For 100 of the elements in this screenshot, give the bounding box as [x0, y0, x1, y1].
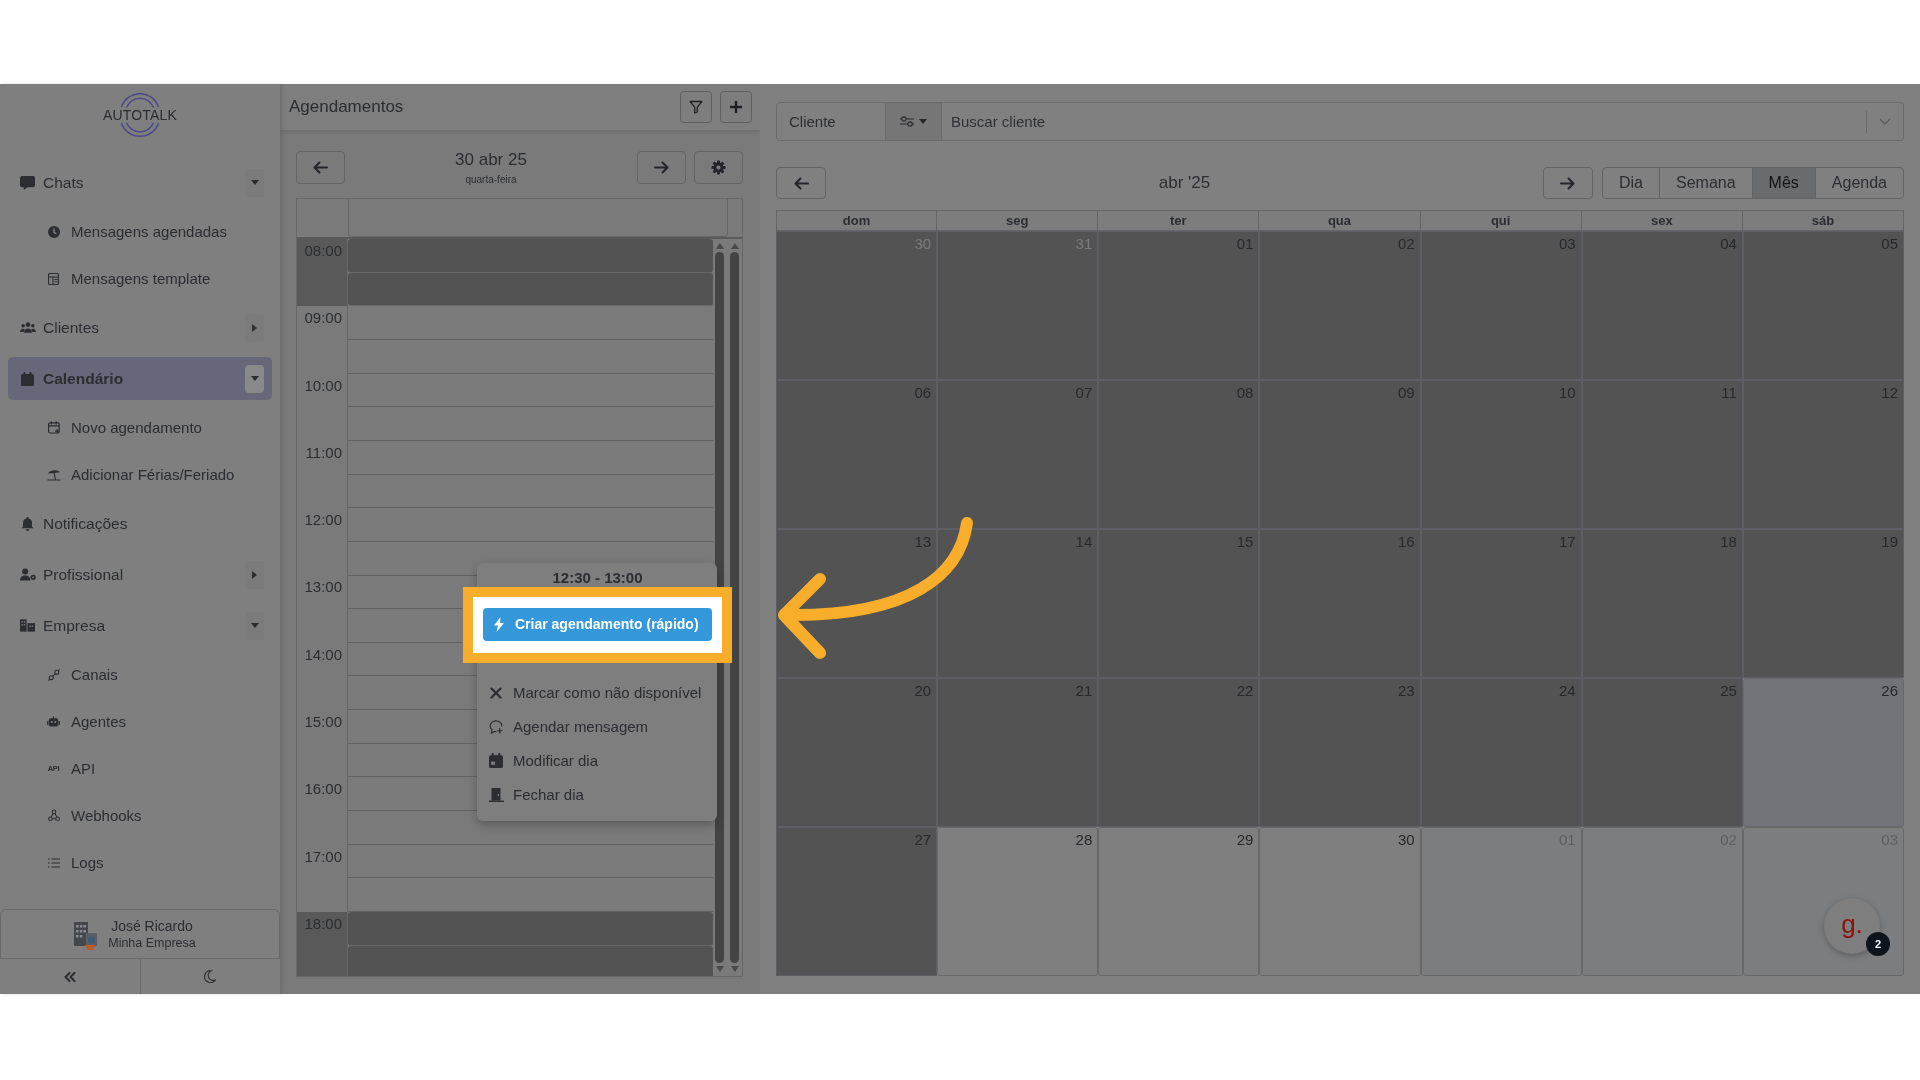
layout-icon	[48, 272, 59, 285]
ring-arc-icon	[118, 122, 162, 139]
time-label: 11:00	[305, 443, 342, 461]
calendar-icon	[489, 753, 503, 768]
calendar-day[interactable]: 30	[1259, 827, 1421, 976]
weekday-header: qui	[1420, 210, 1582, 231]
search-box[interactable]: Buscar cliente	[942, 102, 1904, 141]
nav-item[interactable]: Empresa	[8, 604, 272, 647]
weekday-header: dom	[776, 210, 938, 231]
next-day-button[interactable]	[637, 151, 686, 184]
view-button[interactable]: Dia	[1603, 168, 1660, 198]
list-icon	[47, 857, 60, 868]
menu-title: 12:30 - 13:00	[551, 568, 644, 588]
time-label: 13:00	[304, 578, 342, 596]
logo-text: AUTOTALK	[102, 108, 178, 122]
view-button[interactable]: Semana	[1660, 168, 1753, 198]
calendar-icon	[21, 371, 34, 386]
all-day-slot[interactable]	[348, 199, 728, 237]
time-slot[interactable]	[348, 911, 713, 946]
arrow-left-icon	[793, 176, 809, 190]
double-chevron-left-icon	[63, 971, 76, 982]
beach-umbrella-icon	[46, 468, 61, 481]
filter-dropdown-button[interactable]	[886, 102, 942, 141]
menu-item[interactable]: Criar agendamento (rápido)	[483, 607, 712, 641]
nav-subitem[interactable]: Logs	[0, 839, 280, 886]
chat-bubble-icon	[20, 175, 35, 190]
nav-item[interactable]: Profissional	[8, 553, 272, 596]
time-label: 14:00	[304, 645, 342, 663]
expand-button[interactable]	[245, 364, 264, 393]
robot-icon	[47, 716, 60, 727]
arrow-right-icon	[654, 161, 669, 174]
nav-subitem[interactable]: Adicionar Férias/Feriado	[0, 451, 280, 498]
weekday-header: qua	[1259, 210, 1421, 231]
time-label: 10:00	[304, 376, 342, 394]
user-card[interactable]: José Ricardo Minha Empresa	[0, 909, 280, 958]
time-label: 09:00	[304, 309, 342, 327]
expand-button[interactable]	[245, 611, 264, 640]
weekday-header: ter	[1098, 210, 1260, 231]
menu-item[interactable]: Modificar dia	[483, 743, 712, 778]
nav-subitem[interactable]: Agentes	[0, 698, 280, 745]
previous-month-button[interactable]	[776, 167, 826, 199]
calendar-day[interactable]: 28	[937, 827, 1099, 976]
nav-subitem[interactable]: Mensagens agendadas	[0, 208, 280, 255]
chat-plus-icon	[489, 719, 503, 734]
arrow-left-icon	[313, 161, 328, 174]
user-name: José Ricardo	[111, 917, 193, 935]
nav-subitem[interactable]: Canais	[0, 651, 280, 698]
time-label: 16:00	[304, 780, 342, 798]
calendar-day[interactable]: 26	[1742, 678, 1904, 827]
users-icon	[19, 322, 36, 333]
time-slot[interactable]	[348, 272, 713, 307]
cross-icon	[490, 686, 502, 699]
menu-item[interactable]: Marcar como não disponível	[483, 675, 712, 710]
field-label: Cliente	[776, 102, 886, 141]
expand-button[interactable]	[245, 168, 264, 197]
plus-icon	[729, 100, 743, 114]
company-name: Minha Empresa	[108, 934, 196, 951]
chevron-down-icon	[1879, 118, 1891, 125]
expand-button[interactable]	[245, 313, 264, 342]
user-gear-icon	[19, 568, 36, 581]
sliders-icon	[900, 116, 914, 127]
panel-title: Agendamentos	[289, 97, 404, 117]
arrow-right-icon	[1560, 176, 1576, 190]
nav-subitem[interactable]: Webhooks	[0, 792, 280, 839]
month-title: abr '25	[1157, 173, 1212, 193]
lightning-bolt-icon	[494, 616, 504, 632]
webhook-icon	[47, 809, 60, 822]
nav-item[interactable]: Clientes	[8, 306, 272, 349]
view-button[interactable]: Mês	[1752, 168, 1816, 198]
nav-subitem[interactable]: Mensagens template	[0, 255, 280, 302]
nav-item[interactable]: Calendário	[8, 357, 272, 400]
time-label: 12:00	[304, 511, 342, 529]
weekday-label: quarta-feira	[465, 174, 517, 186]
filter-button[interactable]	[680, 91, 712, 123]
menu-item[interactable]: Agendar mensagem	[483, 709, 712, 744]
moon-icon	[204, 970, 217, 983]
calendar-plus-icon	[47, 421, 60, 434]
nav-item[interactable]: Notificações	[8, 502, 272, 545]
nav-item[interactable]: Chats	[8, 161, 272, 204]
search-input[interactable]: Buscar cliente	[951, 109, 1866, 134]
settings-button[interactable]	[694, 151, 743, 184]
nav-subitem[interactable]: Novo agendamento	[0, 404, 280, 451]
connection-icon	[47, 668, 60, 681]
calendar-day[interactable]: 29	[1098, 827, 1260, 976]
time-slot[interactable]	[348, 239, 713, 273]
time-slot[interactable]	[348, 945, 713, 976]
time-label: 17:00	[304, 847, 342, 865]
bell-icon	[21, 516, 34, 531]
previous-day-button[interactable]	[296, 151, 345, 184]
scrollbar[interactable]	[730, 243, 739, 972]
view-button[interactable]: Agenda	[1815, 168, 1903, 198]
next-month-button[interactable]	[1543, 167, 1593, 199]
expand-button[interactable]	[245, 560, 264, 589]
add-button[interactable]	[720, 91, 752, 123]
menu-item[interactable]: Fechar dia	[483, 777, 712, 812]
weekday-header: seg	[937, 210, 1099, 231]
door-icon	[488, 787, 504, 802]
filter-icon	[689, 100, 703, 114]
weekday-header: sáb	[1742, 210, 1904, 231]
caret-down-icon	[919, 119, 927, 124]
